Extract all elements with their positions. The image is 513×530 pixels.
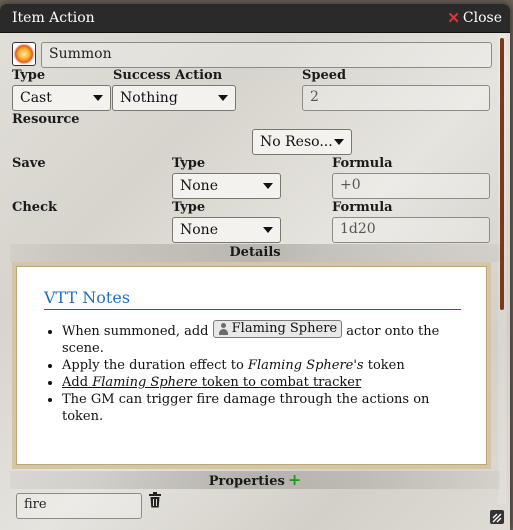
flaming-sphere-actor-link[interactable]: Flaming Sphere [212,320,343,338]
action-name-input[interactable]: Summon [41,42,492,68]
save-type-select[interactable]: None [172,173,281,199]
save-formula-label: Formula [332,156,393,171]
item-action-window: Item Action ✕ Close Summon Type Success … [0,4,510,530]
note-text: The GM can trigger fire damage through t… [62,392,430,424]
chevron-down-icon [218,95,228,101]
item-icon-button[interactable] [12,42,36,66]
vtt-notes-list: When summoned, add Flaming Sphere actor … [42,320,461,425]
note-emphasis: Flaming Sphere's [247,358,364,373]
note-text: When summoned, add [62,324,209,339]
resize-icon [492,513,502,523]
type-label: Type [12,68,46,83]
property-input[interactable]: fire [16,493,142,519]
check-label: Check [12,200,57,215]
resource-select[interactable]: No Reso... [252,129,352,155]
flaming-sphere-icon [15,45,33,63]
resize-handle[interactable] [490,510,504,524]
add-property-icon[interactable]: + [288,470,301,489]
list-item: When summoned, add Flaming Sphere actor … [62,320,461,357]
success-action-label: Success Action [113,68,223,83]
note-text: Add [62,375,89,390]
chevron-down-icon [263,183,273,189]
type-select[interactable]: Cast [12,85,111,111]
speed-input[interactable]: 2 [302,85,490,111]
note-text: token to combat tracker [201,375,362,390]
title-bar[interactable]: Item Action ✕ Close [0,4,510,33]
note-text: token [367,358,405,373]
save-type-label: Type [172,156,206,171]
close-button[interactable]: ✕ Close [447,9,502,27]
check-formula-label: Formula [332,200,393,215]
properties-header: Properties + [10,471,500,489]
details-header: Details [10,244,500,262]
type-select-value: Cast [20,90,52,106]
speed-label: Speed [302,68,347,83]
vtt-notes-heading: VTT Notes [44,288,461,310]
note-emphasis: Flaming Sphere [92,375,198,390]
list-item: The GM can trigger fire damage through t… [62,391,461,425]
close-icon: ✕ [447,9,460,27]
combat-tracker-link[interactable]: Add Flaming Sphere token to combat track… [62,375,361,390]
properties-label: Properties [208,474,285,489]
check-type-select-value: None [180,222,218,238]
check-type-select[interactable]: None [172,217,281,243]
scrollbar-thumb[interactable] [500,38,504,310]
chevron-down-icon [263,227,273,233]
close-label: Close [462,10,502,26]
check-type-label: Type [172,200,206,215]
save-label: Save [12,156,46,171]
actor-link-label: Flaming Sphere [231,321,338,336]
chevron-down-icon [93,95,103,101]
chevron-down-icon [334,139,344,145]
person-icon [218,323,229,335]
check-formula-input[interactable]: 1d20 [332,217,490,243]
details-editor[interactable]: VTT Notes When summoned, add Flaming Sph… [12,262,491,469]
trash-icon[interactable] [148,492,162,508]
success-action-select-value: Nothing [120,90,178,106]
resource-select-value: No Reso... [260,134,333,150]
resource-label: Resource [12,112,80,127]
save-formula-input[interactable]: +0 [332,173,490,199]
list-item: Apply the duration effect to Flaming Sph… [62,357,461,374]
save-type-select-value: None [180,178,218,194]
list-item: Add Flaming Sphere token to combat track… [62,374,461,391]
note-text: Apply the duration effect to [62,358,244,373]
success-action-select[interactable]: Nothing [112,85,236,111]
window-title: Item Action [12,10,95,26]
